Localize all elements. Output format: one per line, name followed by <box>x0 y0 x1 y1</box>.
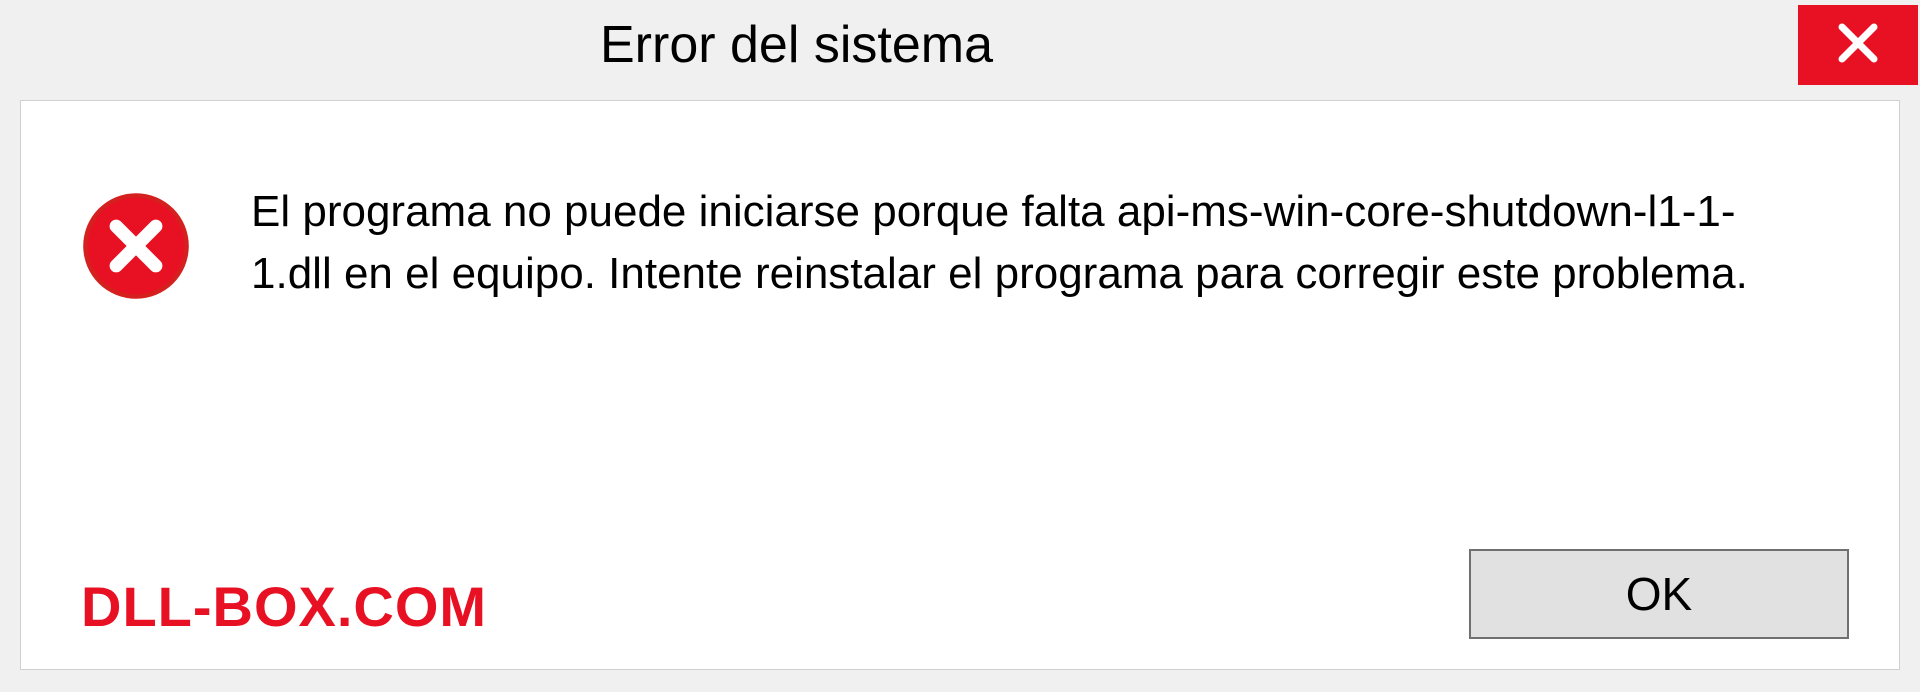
dialog-content: El programa no puede iniciarse porque fa… <box>20 100 1900 670</box>
close-button[interactable] <box>1798 5 1918 85</box>
close-icon <box>1834 19 1882 72</box>
message-row: El programa no puede iniciarse porque fa… <box>81 181 1839 306</box>
titlebar: Error del sistema <box>0 0 1920 90</box>
error-message: El programa no puede iniciarse porque fa… <box>251 181 1801 304</box>
ok-button-label: OK <box>1626 567 1692 621</box>
watermark-text: DLL-BOX.COM <box>81 574 487 639</box>
window-title: Error del sistema <box>600 15 993 75</box>
error-circle-icon <box>81 191 191 306</box>
ok-button[interactable]: OK <box>1469 549 1849 639</box>
